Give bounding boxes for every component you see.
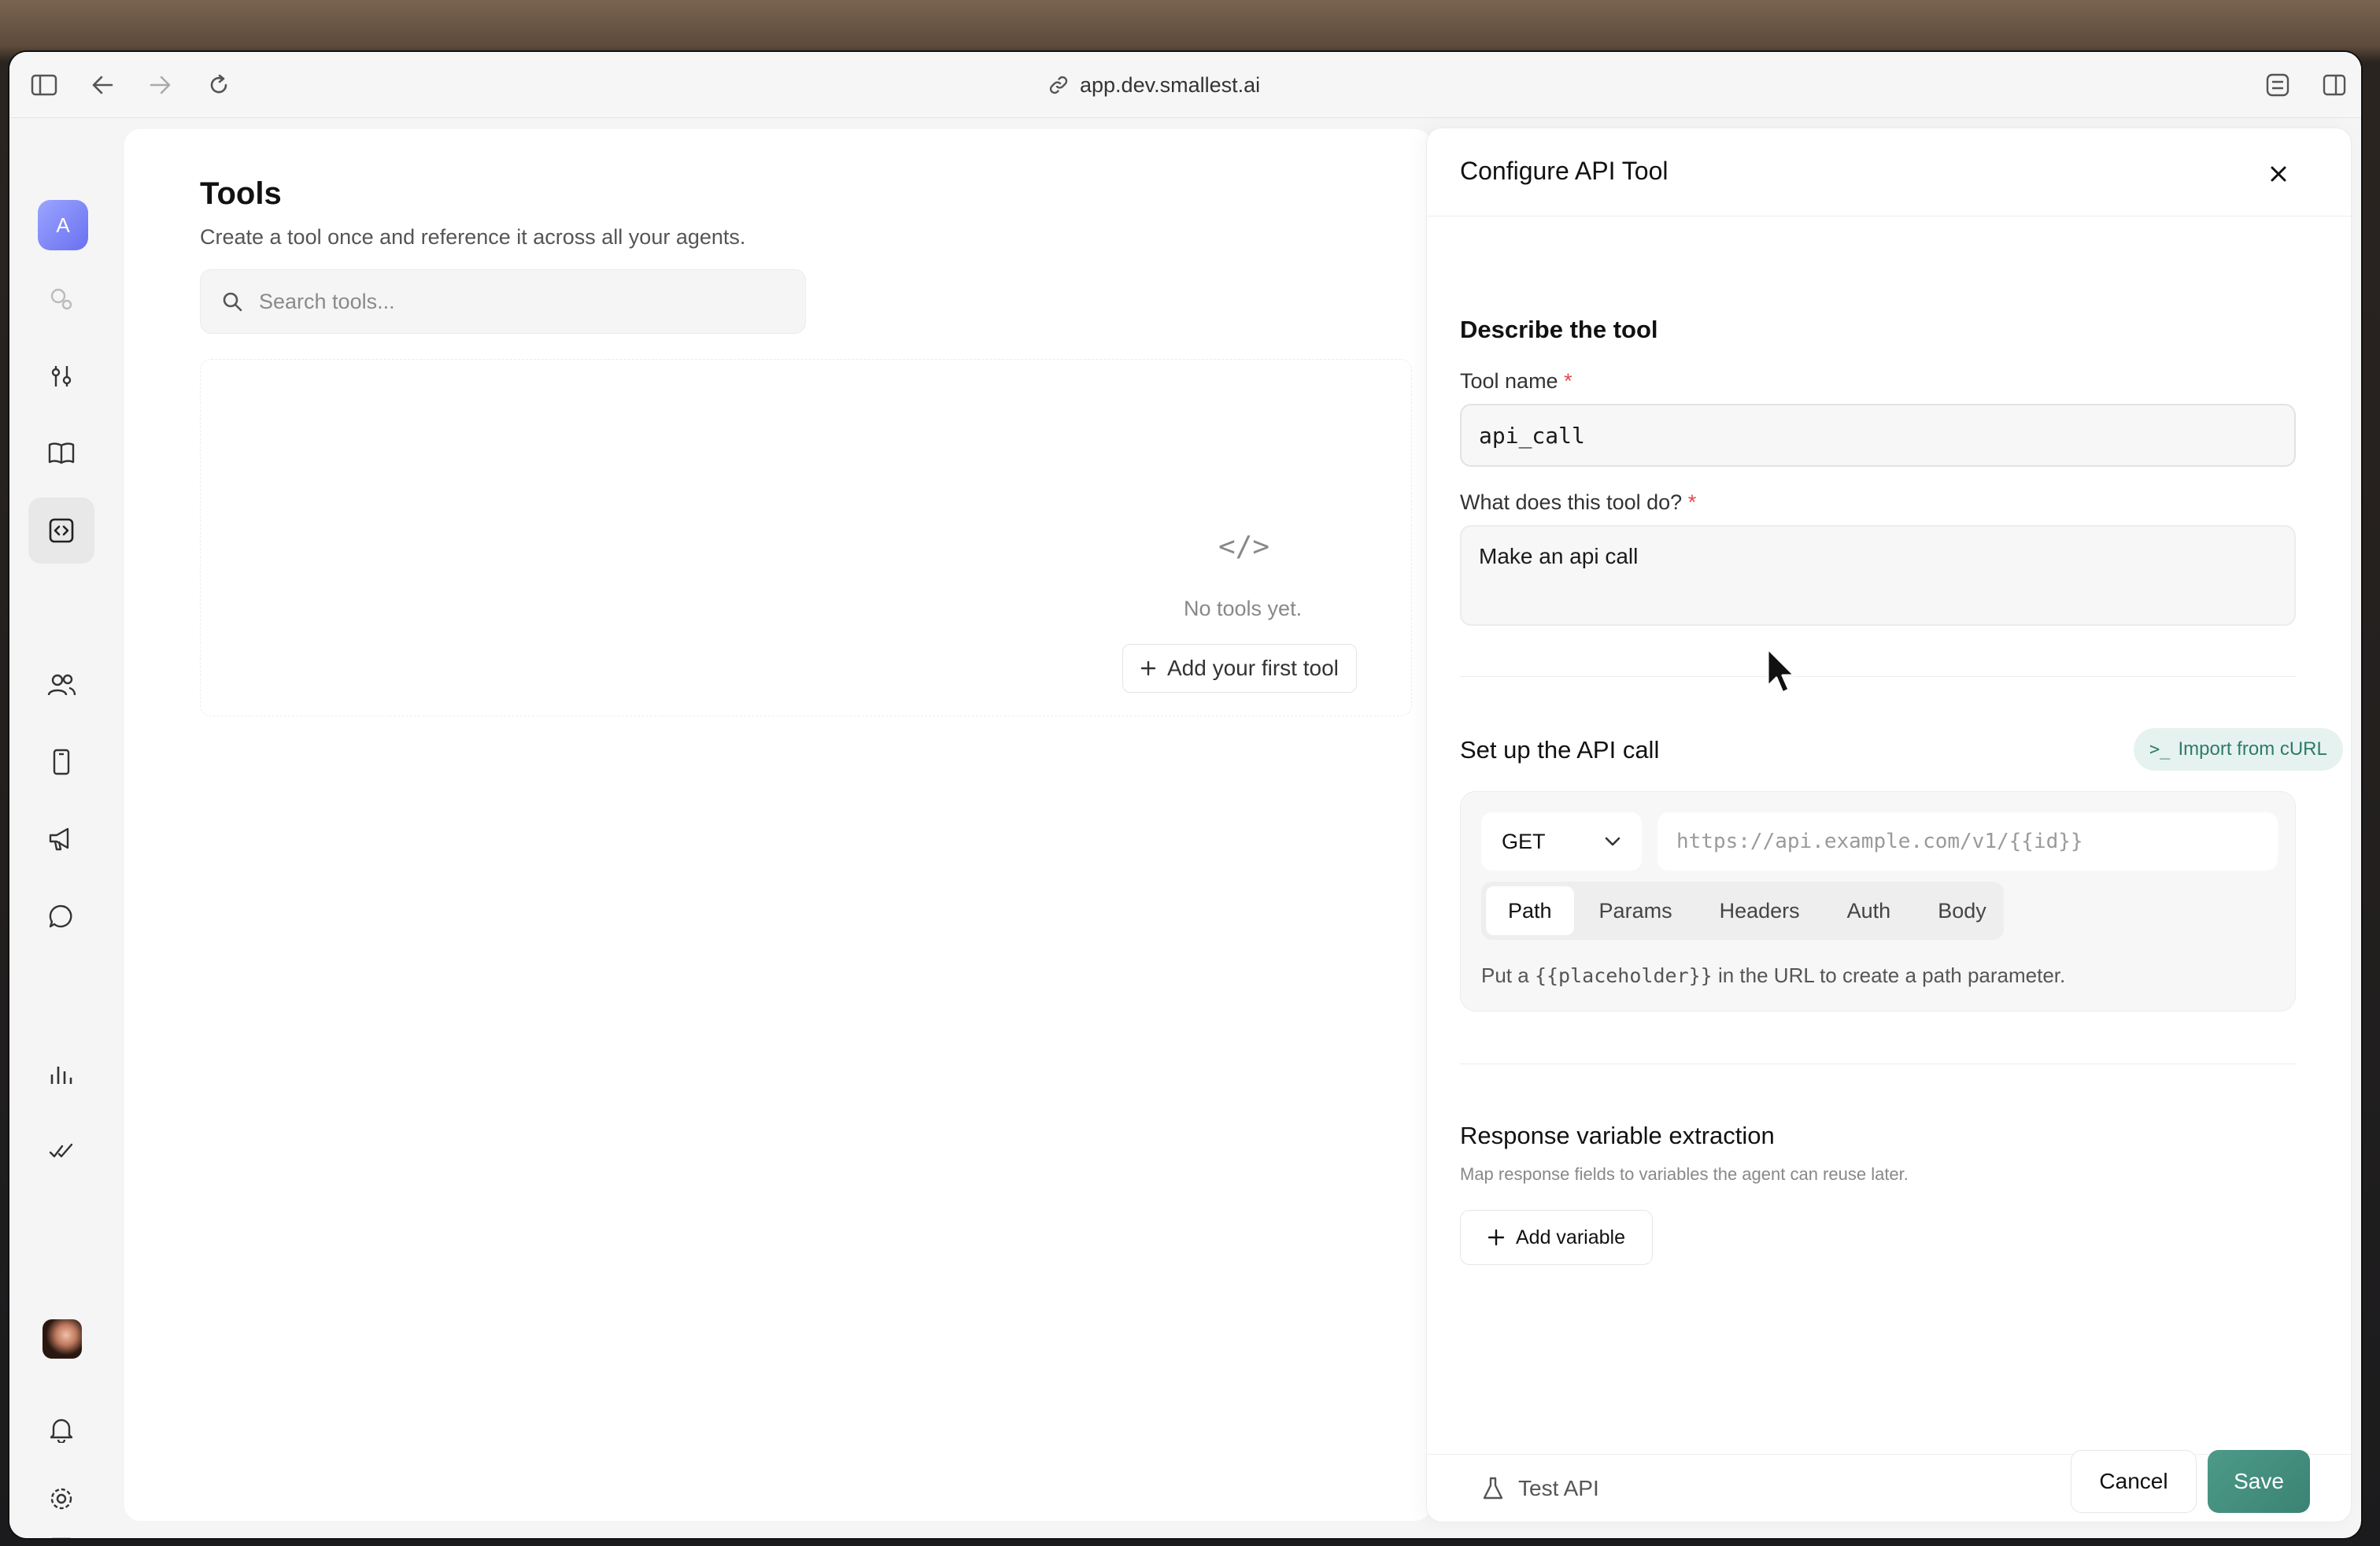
bar-chart-icon — [50, 1067, 72, 1084]
user-avatar[interactable] — [42, 1319, 82, 1359]
collapse-sidebar-button[interactable] — [28, 1526, 94, 1538]
empty-state-text: No tools yet. — [1184, 597, 1303, 620]
sidebar-item-conversations[interactable] — [28, 883, 94, 949]
page-subtitle: Create a tool once and reference it acro… — [200, 225, 746, 249]
api-url-input[interactable]: https://api.example.com/v1/{{id}} — [1658, 812, 2278, 871]
configure-api-tool-panel: Configure API Tool Describe the tool Too… — [1426, 128, 2352, 1522]
sidebar-item-notifications[interactable] — [28, 1396, 94, 1463]
response-section-subtitle: Map response fields to variables the age… — [1460, 1164, 1909, 1184]
mouse-cursor-icon — [1766, 647, 1796, 694]
chevron-down-icon — [1605, 837, 1621, 846]
agents-icon — [50, 288, 72, 310]
sidebar-item-knowledge[interactable] — [28, 420, 94, 486]
save-button[interactable]: Save — [2208, 1450, 2310, 1513]
megaphone-icon — [49, 827, 69, 851]
http-method-select[interactable]: GET — [1481, 812, 1642, 871]
browser-toolbar: app.dev.smallest.ai — [9, 52, 2361, 118]
flask-icon — [1483, 1477, 1503, 1500]
link-icon — [1049, 76, 1068, 94]
sidebar-item-tuning[interactable] — [28, 343, 94, 409]
chat-icon — [49, 904, 72, 928]
users-icon — [47, 674, 76, 696]
double-check-icon — [49, 1143, 73, 1158]
phone-icon — [53, 749, 70, 775]
close-button[interactable] — [2263, 158, 2294, 190]
test-api-button[interactable]: Test API — [1482, 1461, 1599, 1516]
forward-icon[interactable] — [143, 68, 178, 102]
tab-auth[interactable]: Auth — [1825, 886, 1913, 935]
app-sidebar: A — [9, 118, 124, 1538]
tool-description-field[interactable]: Make an api call — [1460, 525, 2296, 626]
reload-icon[interactable] — [201, 68, 236, 102]
workspace-avatar[interactable]: A — [38, 200, 88, 250]
panel-footer: Test API Cancel Save — [1427, 1450, 2351, 1523]
tab-headers[interactable]: Headers — [1698, 886, 1822, 935]
response-section-title: Response variable extraction — [1460, 1122, 1775, 1149]
sidebar-item-evaluations[interactable] — [28, 1118, 94, 1184]
back-icon[interactable] — [85, 68, 120, 102]
add-variable-button[interactable]: Add variable — [1460, 1210, 1653, 1265]
tool-name-field[interactable]: api_call — [1460, 404, 2296, 467]
sidebar-item-audiences[interactable] — [28, 652, 94, 718]
book-icon — [48, 442, 75, 464]
sidebar-item-agents[interactable] — [28, 266, 94, 332]
path-param-hint: Put a {{placeholder}} in the URL to crea… — [1481, 963, 2066, 987]
panel-title: Configure API Tool — [1460, 157, 1669, 185]
api-call-config: GET https://api.example.com/v1/{{id}} Pa… — [1460, 791, 2296, 1012]
bell-icon — [50, 1418, 73, 1443]
sidebar-item-campaigns[interactable] — [28, 806, 94, 872]
split-view-icon[interactable] — [2317, 68, 2352, 102]
search-tools — [200, 269, 806, 334]
cancel-button[interactable]: Cancel — [2071, 1450, 2197, 1513]
tools-page: Tools Create a tool once and reference i… — [124, 129, 1431, 1521]
sidebar-item-phone-numbers[interactable] — [28, 729, 94, 795]
section-divider — [1460, 1063, 2296, 1064]
api-section-title: Set up the API call — [1460, 736, 1660, 764]
url-text: app.dev.smallest.ai — [1080, 72, 1261, 97]
code-icon — [49, 518, 74, 543]
api-config-tabs: Path Params Headers Auth Body — [1481, 882, 2004, 940]
sliders-icon — [51, 366, 72, 386]
search-icon — [223, 292, 242, 312]
code-icon: </> — [1218, 531, 1270, 563]
search-input[interactable] — [259, 289, 794, 314]
describe-section-title: Describe the tool — [1460, 316, 1658, 343]
tool-name-label: Tool name * — [1460, 369, 1572, 393]
tab-body[interactable]: Body — [1916, 886, 2009, 935]
sidebar-item-tools[interactable] — [28, 497, 94, 564]
sidebar-item-settings[interactable] — [28, 1466, 94, 1532]
sidebar-item-analytics[interactable] — [28, 1041, 94, 1107]
extension-icon[interactable] — [2260, 68, 2295, 102]
sidebar-toggle-icon[interactable] — [27, 68, 61, 102]
add-first-tool-button[interactable]: Add your first tool — [1122, 644, 1357, 693]
section-divider — [1460, 676, 2296, 677]
tab-params[interactable]: Params — [1577, 886, 1694, 935]
panel-header: Configure API Tool — [1427, 128, 2351, 216]
import-from-curl-button[interactable]: >_ Import from cURL — [2134, 728, 2343, 771]
tool-description-label: What does this tool do? * — [1460, 490, 1697, 514]
panel-icon — [51, 1537, 72, 1538]
close-icon — [2271, 166, 2286, 182]
page-title: Tools — [200, 176, 282, 211]
tab-path[interactable]: Path — [1486, 886, 1574, 935]
browser-window: app.dev.smallest.ai A Tools Create a too… — [9, 52, 2361, 1538]
address-bar[interactable]: app.dev.smallest.ai — [1048, 66, 1260, 104]
add-first-tool-label: Add your first tool — [1167, 656, 1339, 680]
plus-icon — [1140, 660, 1156, 676]
terminal-icon: >_ — [2149, 739, 2171, 760]
plus-icon — [1488, 1229, 1505, 1246]
gear-icon — [50, 1488, 72, 1510]
